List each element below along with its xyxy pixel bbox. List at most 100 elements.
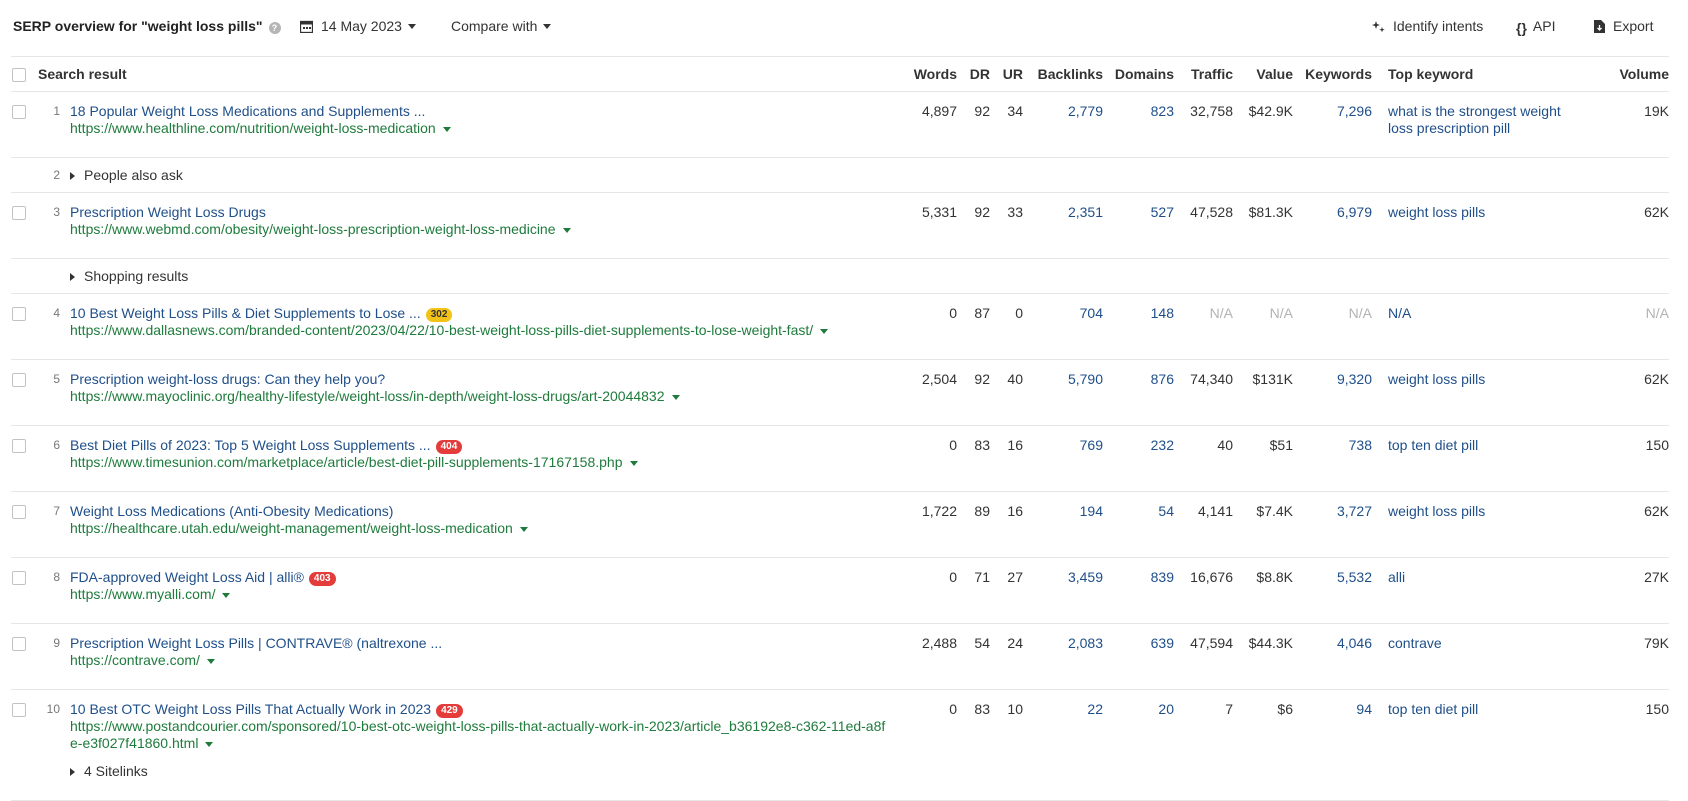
top-keyword[interactable]: weight loss pills xyxy=(1372,491,1567,558)
chevron-down-icon[interactable] xyxy=(206,659,215,664)
keywords[interactable]: 738 xyxy=(1293,425,1372,492)
keywords[interactable]: 6,979 xyxy=(1293,192,1372,259)
top-keyword[interactable]: top ten diet pill xyxy=(1372,689,1567,801)
result-url-text[interactable]: https://www.dallasnews.com/branded-conte… xyxy=(70,322,813,338)
backlinks[interactable]: 704 xyxy=(1023,293,1103,360)
shopping-results-toggle[interactable]: Shopping results xyxy=(70,258,1669,294)
chevron-down-icon[interactable] xyxy=(442,127,451,132)
backlinks[interactable]: 5,790 xyxy=(1023,359,1103,426)
result-title[interactable]: 10 Best Weight Loss Pills & Diet Supplem… xyxy=(70,305,896,322)
identify-intents-button[interactable]: Identify intents xyxy=(1372,18,1483,34)
result-title[interactable]: Weight Loss Medications (Anti-Obesity Me… xyxy=(70,503,896,520)
top-keyword[interactable]: alli xyxy=(1372,557,1567,624)
row-checkbox[interactable] xyxy=(11,557,38,624)
help-icon[interactable]: ? xyxy=(268,22,281,34)
chevron-down-icon[interactable] xyxy=(519,527,528,532)
result-title[interactable]: Prescription weight-loss drugs: Can they… xyxy=(70,371,896,388)
api-button[interactable]: {} API xyxy=(1516,18,1555,36)
result-url[interactable]: https://contrave.com/ xyxy=(70,652,896,669)
keywords[interactable]: 7,296 xyxy=(1293,91,1372,158)
col-top-keyword[interactable]: Top keyword xyxy=(1372,56,1567,92)
result-url[interactable]: https://www.dallasnews.com/branded-conte… xyxy=(70,322,896,339)
keywords[interactable]: 3,727 xyxy=(1293,491,1372,558)
domains[interactable]: 823 xyxy=(1103,91,1174,158)
row-checkbox[interactable] xyxy=(11,192,38,259)
top-keyword[interactable]: contrave xyxy=(1372,623,1567,690)
chevron-down-icon[interactable] xyxy=(629,461,638,466)
select-all-checkbox[interactable] xyxy=(11,56,38,92)
domains[interactable]: 639 xyxy=(1103,623,1174,690)
result-title-text[interactable]: 10 Best OTC Weight Loss Pills That Actua… xyxy=(70,701,431,717)
result-url-text[interactable]: https://www.mayoclinic.org/healthy-lifes… xyxy=(70,388,665,404)
result-url-text[interactable]: https://healthcare.utah.edu/weight-manag… xyxy=(70,520,513,536)
col-backlinks[interactable]: Backlinks xyxy=(1023,56,1103,92)
top-keyword[interactable]: weight loss pills xyxy=(1372,359,1567,426)
result-title[interactable]: Best Diet Pills of 2023: Top 5 Weight Lo… xyxy=(70,437,896,454)
chevron-down-icon[interactable] xyxy=(205,742,214,747)
shopping-results-row[interactable]: Shopping results xyxy=(11,258,1669,294)
keywords[interactable]: 5,532 xyxy=(1293,557,1372,624)
col-keywords[interactable]: Keywords xyxy=(1293,56,1372,92)
col-value[interactable]: Value xyxy=(1233,56,1293,92)
backlinks[interactable]: 2,779 xyxy=(1023,91,1103,158)
row-checkbox[interactable] xyxy=(11,359,38,426)
result-title-text[interactable]: Best Diet Pills of 2023: Top 5 Weight Lo… xyxy=(70,437,431,453)
result-url[interactable]: https://www.timesunion.com/marketplace/a… xyxy=(70,454,896,471)
compare-dropdown[interactable]: Compare with xyxy=(451,18,552,34)
domains[interactable]: 876 xyxy=(1103,359,1174,426)
chevron-down-icon[interactable] xyxy=(222,593,231,598)
result-title-text[interactable]: FDA-approved Weight Loss Aid | alli® xyxy=(70,569,304,585)
row-checkbox[interactable] xyxy=(11,689,38,801)
top-keyword[interactable]: what is the strongest weight loss prescr… xyxy=(1372,91,1567,158)
result-url-text[interactable]: https://www.myalli.com/ xyxy=(70,586,215,602)
col-traffic[interactable]: Traffic xyxy=(1174,56,1233,92)
backlinks[interactable]: 194 xyxy=(1023,491,1103,558)
col-dr[interactable]: DR xyxy=(957,56,990,92)
col-search-result[interactable]: Search result xyxy=(38,56,896,92)
domains[interactable]: 54 xyxy=(1103,491,1174,558)
chevron-down-icon[interactable] xyxy=(671,395,680,400)
result-url-text[interactable]: https://www.timesunion.com/marketplace/a… xyxy=(70,454,623,470)
chevron-down-icon[interactable] xyxy=(820,329,829,334)
result-title[interactable]: 18 Popular Weight Loss Medications and S… xyxy=(70,103,896,120)
result-url-text[interactable]: https://www.postandcourier.com/sponsored… xyxy=(70,718,885,751)
row-checkbox[interactable] xyxy=(11,491,38,558)
col-words[interactable]: Words xyxy=(896,56,957,92)
keywords[interactable]: 4,046 xyxy=(1293,623,1372,690)
result-title[interactable]: FDA-approved Weight Loss Aid | alli® 403 xyxy=(70,569,896,586)
domains[interactable]: 839 xyxy=(1103,557,1174,624)
result-title[interactable]: 10 Best OTC Weight Loss Pills That Actua… xyxy=(70,701,896,718)
result-url[interactable]: https://www.myalli.com/ xyxy=(70,586,896,603)
result-url[interactable]: https://www.healthline.com/nutrition/wei… xyxy=(70,120,896,137)
keywords[interactable]: 94 xyxy=(1293,689,1372,801)
top-keyword[interactable]: weight loss pills xyxy=(1372,192,1567,259)
result-url[interactable]: https://healthcare.utah.edu/weight-manag… xyxy=(70,520,896,537)
people-also-ask-row[interactable]: 2 People also ask xyxy=(11,157,1669,193)
backlinks[interactable]: 22 xyxy=(1023,689,1103,801)
date-picker[interactable]: 14 May 2023 xyxy=(300,18,416,34)
result-url-text[interactable]: https://contrave.com/ xyxy=(70,652,200,668)
row-checkbox[interactable] xyxy=(11,425,38,492)
result-url-text[interactable]: https://www.webmd.com/obesity/weight-los… xyxy=(70,221,556,237)
col-domains[interactable]: Domains xyxy=(1103,56,1174,92)
backlinks[interactable]: 2,351 xyxy=(1023,192,1103,259)
keywords[interactable]: 9,320 xyxy=(1293,359,1372,426)
top-keyword[interactable]: top ten diet pill xyxy=(1372,425,1567,492)
row-checkbox[interactable] xyxy=(11,293,38,360)
row-checkbox[interactable] xyxy=(11,623,38,690)
col-volume[interactable]: Volume xyxy=(1567,56,1669,92)
backlinks[interactable]: 769 xyxy=(1023,425,1103,492)
people-also-ask-toggle[interactable]: People also ask xyxy=(70,157,1669,193)
export-button[interactable]: Export xyxy=(1594,18,1653,34)
domains[interactable]: 527 xyxy=(1103,192,1174,259)
result-url-text[interactable]: https://www.healthline.com/nutrition/wei… xyxy=(70,120,436,136)
domains[interactable]: 148 xyxy=(1103,293,1174,360)
domains[interactable]: 232 xyxy=(1103,425,1174,492)
result-title-text[interactable]: 10 Best Weight Loss Pills & Diet Supplem… xyxy=(70,305,421,321)
result-url[interactable]: https://www.mayoclinic.org/healthy-lifes… xyxy=(70,388,896,405)
col-ur[interactable]: UR xyxy=(990,56,1023,92)
result-title[interactable]: Prescription Weight Loss Drugs xyxy=(70,204,896,221)
chevron-down-icon[interactable] xyxy=(562,228,571,233)
row-checkbox[interactable] xyxy=(11,91,38,158)
backlinks[interactable]: 3,459 xyxy=(1023,557,1103,624)
